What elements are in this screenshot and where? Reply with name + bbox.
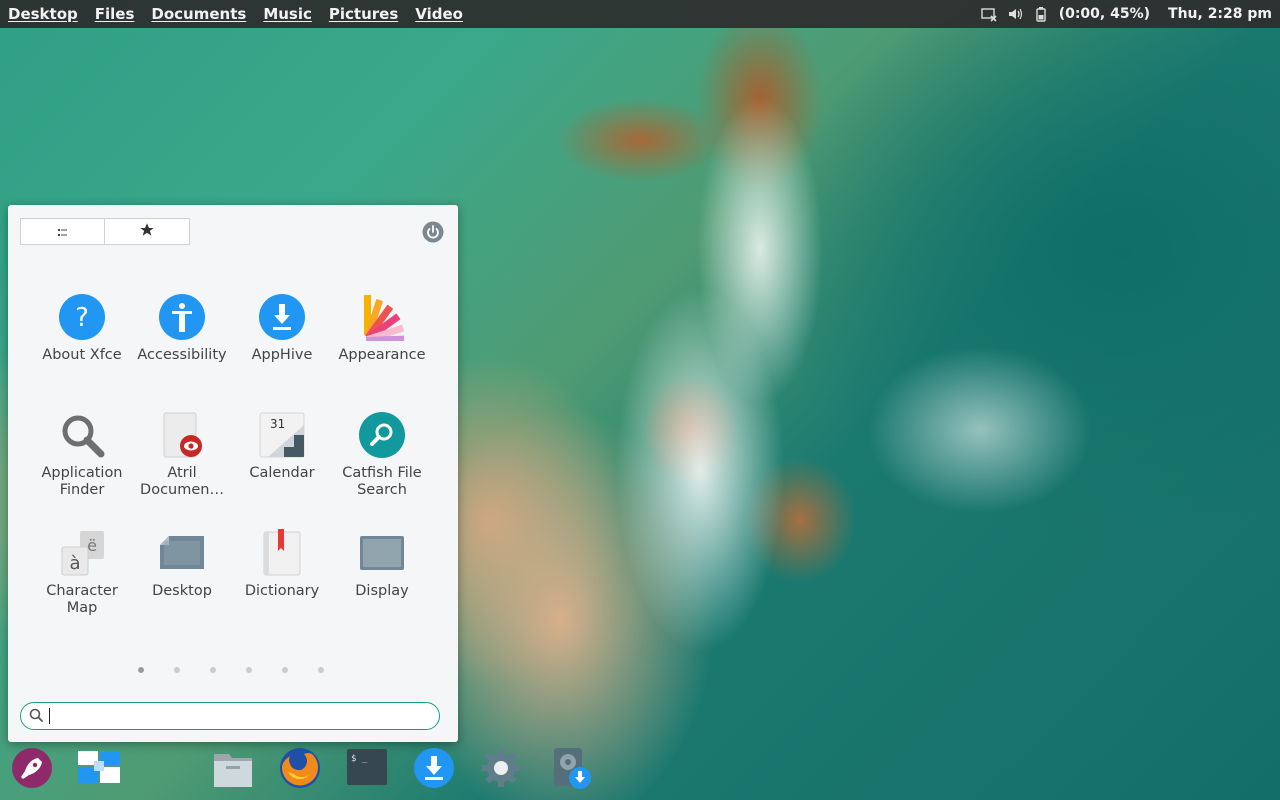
place-files[interactable]: Files: [95, 5, 135, 23]
app-label: Dictionary: [244, 583, 320, 599]
dictionary-icon: [258, 529, 306, 577]
app-about-xfce[interactable]: ? About Xfce: [32, 293, 132, 391]
place-video[interactable]: Video: [415, 5, 463, 23]
app-catfish[interactable]: Catfish File Search: [332, 411, 432, 509]
view-tabs: [20, 218, 190, 245]
dock: $ _: [0, 743, 620, 793]
appearance-icon: [358, 293, 406, 344]
catfish-icon: [358, 411, 406, 459]
launcher-icon[interactable]: [10, 746, 54, 790]
favorites-button[interactable]: [105, 218, 190, 245]
star-icon: [139, 222, 155, 242]
search-icon: [29, 707, 43, 726]
app-label: Application Finder: [41, 465, 123, 498]
places-menu: Desktop Files Documents Music Pictures V…: [8, 5, 463, 23]
app-dictionary[interactable]: Dictionary: [232, 529, 332, 627]
app-display[interactable]: Display: [332, 529, 432, 627]
app-apphive[interactable]: AppHive: [232, 293, 332, 391]
place-pictures[interactable]: Pictures: [329, 5, 398, 23]
battery-status[interactable]: (0:00, 45%): [1059, 6, 1150, 22]
app-appearance[interactable]: Appearance: [332, 293, 432, 391]
app-atril[interactable]: Atril Documen…: [132, 411, 232, 509]
app-label: Accessibility: [137, 347, 227, 363]
text-cursor: [49, 708, 50, 724]
settings-icon[interactable]: [479, 746, 523, 790]
top-panel: Desktop Files Documents Music Pictures V…: [0, 0, 1280, 28]
firefox-icon[interactable]: [278, 746, 322, 790]
display-icon: [358, 529, 406, 577]
app-label: About Xfce: [42, 347, 122, 363]
svg-text:?: ?: [75, 303, 89, 333]
page-dot[interactable]: [210, 667, 216, 673]
calendar-icon: 31: [258, 411, 306, 459]
volume-icon[interactable]: [1007, 6, 1023, 22]
list-view-button[interactable]: [20, 218, 105, 245]
atril-icon: [158, 411, 206, 459]
app-label: Atril Documen…: [140, 465, 224, 498]
app-label: Appearance: [338, 347, 426, 363]
list-icon: [57, 222, 68, 241]
place-desktop[interactable]: Desktop: [8, 5, 78, 23]
app-label: Character Map: [46, 583, 118, 616]
application-finder-icon: [58, 411, 106, 459]
workspaces-icon[interactable]: [77, 746, 121, 790]
power-button[interactable]: [422, 221, 444, 243]
page-dot[interactable]: [138, 667, 144, 673]
app-accessibility[interactable]: Accessibility: [132, 293, 232, 391]
power-icon: [422, 221, 444, 243]
svg-text:$ _: $ _: [351, 754, 368, 764]
app-desktop[interactable]: Desktop: [132, 529, 232, 627]
file-manager-icon[interactable]: [211, 746, 255, 790]
installer-icon[interactable]: [548, 746, 592, 790]
apphive-download-icon[interactable]: [412, 746, 456, 790]
page-dot[interactable]: [246, 667, 252, 673]
app-label: Desktop: [152, 583, 212, 599]
app-label: Display: [355, 583, 409, 599]
search-field[interactable]: [20, 702, 440, 730]
charmap-char-1: à: [69, 553, 80, 574]
page-dot[interactable]: [318, 667, 324, 673]
app-calendar[interactable]: 31 Calendar: [232, 411, 332, 509]
desktop-icon: [158, 529, 206, 577]
battery-icon[interactable]: [1033, 6, 1049, 22]
page-dot[interactable]: [282, 667, 288, 673]
apphive-icon: [258, 293, 306, 341]
calendar-day: 31: [270, 417, 285, 431]
app-application-finder[interactable]: Application Finder: [32, 411, 132, 509]
about-xfce-icon: ?: [58, 293, 106, 341]
system-tray: (0:00, 45%) Thu, 2:28 pm: [980, 6, 1272, 22]
page-dot[interactable]: [174, 667, 180, 673]
place-music[interactable]: Music: [263, 5, 312, 23]
app-label: AppHive: [251, 347, 313, 363]
network-disconnected-icon[interactable]: [980, 6, 997, 22]
application-menu: ? About Xfce Accessibility AppHive Appea…: [8, 205, 458, 742]
app-label: Calendar: [249, 465, 315, 481]
app-grid: ? About Xfce Accessibility AppHive Appea…: [32, 293, 432, 627]
accessibility-icon: [158, 293, 206, 341]
app-label: Catfish File Search: [342, 465, 422, 498]
charmap-char-2: ë: [87, 536, 97, 555]
clock[interactable]: Thu, 2:28 pm: [1168, 6, 1272, 22]
page-indicator: [138, 667, 324, 673]
terminal-icon[interactable]: $ _: [345, 746, 389, 790]
app-character-map[interactable]: ë à Character Map: [32, 529, 132, 627]
character-map-icon: ë à: [58, 529, 106, 577]
place-documents[interactable]: Documents: [151, 5, 246, 23]
